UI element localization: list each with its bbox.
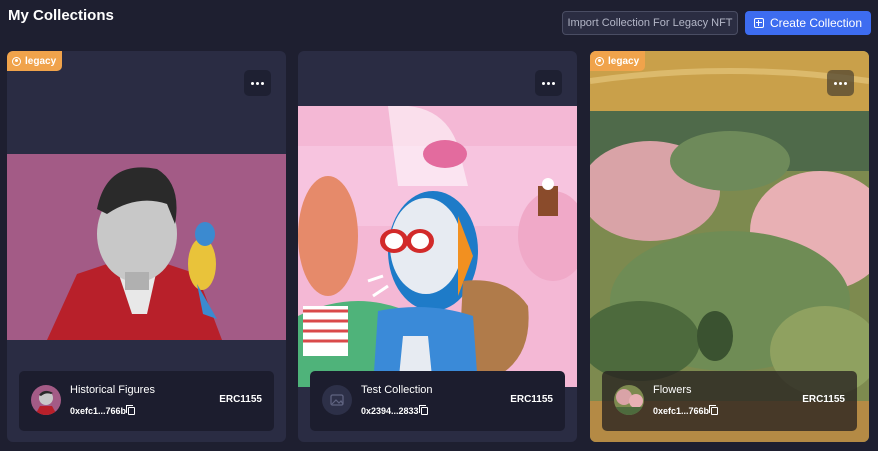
dot-icon: [547, 81, 550, 85]
avatar: [614, 385, 644, 415]
import-collection-button[interactable]: Import Collection For Legacy NFT: [562, 11, 738, 35]
more-options-button[interactable]: [244, 70, 271, 96]
collection-standard: ERC1155: [802, 394, 845, 405]
more-options-button[interactable]: [535, 70, 562, 96]
avatar: [31, 385, 61, 415]
collection-name: Flowers: [653, 384, 692, 396]
collection-image: [7, 154, 286, 340]
dot-icon: [552, 81, 555, 85]
dot-icon: [834, 81, 837, 85]
collection-address-text: 0x2394...2833: [361, 406, 419, 416]
dot-icon: [251, 81, 254, 85]
plus-square-icon: [753, 18, 764, 28]
copy-icon[interactable]: [126, 405, 136, 415]
collection-address[interactable]: 0x2394...2833: [361, 405, 428, 416]
dot-icon: [256, 81, 259, 85]
collection-address-text: 0xefc1...766b: [70, 406, 127, 416]
collection-card[interactable]: legacy Historical Figures 0xefc1...766b …: [7, 51, 286, 442]
import-collection-label: Import Collection For Legacy NFT: [567, 17, 733, 29]
page-title: My Collections: [8, 7, 114, 24]
collection-card[interactable]: legacy Flowers 0xefc1...766b ERC1155: [590, 51, 869, 442]
image-placeholder-icon: [330, 394, 344, 406]
dot-icon: [844, 81, 847, 85]
collection-name: Historical Figures: [70, 384, 155, 396]
dot-icon: [261, 81, 264, 85]
collection-info: Test Collection 0x2394...2833 ERC1155: [310, 371, 565, 431]
dot-icon: [839, 81, 842, 85]
legacy-label: legacy: [25, 55, 57, 67]
more-options-button[interactable]: [827, 70, 854, 96]
collection-info: Flowers 0xefc1...766b ERC1155: [602, 371, 857, 431]
legacy-label: legacy: [608, 55, 640, 67]
collection-address-text: 0xefc1...766b: [653, 406, 710, 416]
collection-card[interactable]: Test Collection 0x2394...2833 ERC1155: [298, 51, 577, 442]
legacy-badge: legacy: [590, 51, 646, 71]
collection-info: Historical Figures 0xefc1...766b ERC1155: [19, 371, 274, 431]
create-collection-label: Create Collection: [769, 16, 863, 30]
legacy-badge: legacy: [7, 51, 63, 71]
collection-image: [298, 106, 577, 387]
collection-name: Test Collection: [361, 384, 433, 396]
collection-standard: ERC1155: [510, 394, 553, 405]
copy-icon[interactable]: [418, 405, 428, 415]
legacy-icon: [595, 56, 604, 66]
collection-address[interactable]: 0xefc1...766b: [653, 405, 719, 416]
collection-standard: ERC1155: [219, 394, 262, 405]
dot-icon: [542, 81, 545, 85]
copy-icon[interactable]: [709, 405, 719, 415]
collection-address[interactable]: 0xefc1...766b: [70, 405, 136, 416]
legacy-icon: [12, 56, 21, 66]
avatar: [322, 385, 352, 415]
create-collection-button[interactable]: Create Collection: [745, 11, 871, 35]
